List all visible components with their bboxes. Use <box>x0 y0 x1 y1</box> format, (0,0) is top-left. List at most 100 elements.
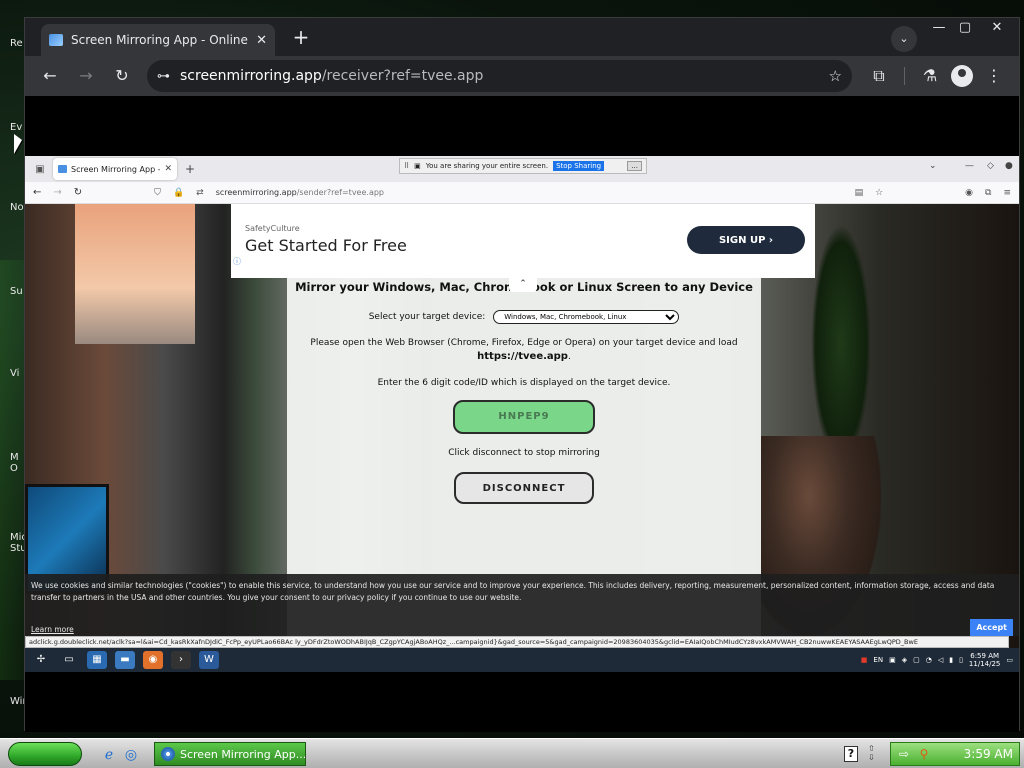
toolbar-separator <box>904 67 905 85</box>
labs-flask-icon[interactable]: ⚗ <box>915 61 945 91</box>
reload-button[interactable]: ↻ <box>107 61 137 91</box>
remote-tab-title: Screen Mirroring App - Sen <box>71 164 161 174</box>
share-drag-icon[interactable]: ⠿ <box>404 162 409 170</box>
remote-show-desktop-icon[interactable]: ▭ <box>1006 656 1013 664</box>
desktop-icon-label[interactable]: Re <box>10 38 23 49</box>
quicklaunch-browser-icon[interactable]: ◎ <box>122 746 140 764</box>
site-info-icon[interactable]: ⊶ <box>157 69 170 84</box>
target-device-label: Select your target device: <box>368 312 486 322</box>
remote-bookmark-star-icon[interactable]: ☆ <box>875 188 883 198</box>
desktop-icon-label[interactable]: Ev <box>10 122 22 133</box>
xp-system-tray: ⇨ ⚲ 3:59 AM <box>890 742 1020 766</box>
chrome-menu-icon[interactable]: ⋮ <box>979 61 1009 91</box>
ad-collapse-button[interactable]: ⌃ <box>509 278 537 292</box>
forward-button[interactable]: → <box>71 61 101 91</box>
tvee-link[interactable]: https://tvee.app <box>477 351 568 362</box>
remote-tab-active[interactable]: Screen Mirroring App - Sen ✕ <box>53 158 177 180</box>
help-icon[interactable]: ? <box>844 746 858 762</box>
remote-back-button[interactable]: ← <box>33 187 41 198</box>
new-tab-button[interactable]: + <box>289 26 313 48</box>
close-window-button[interactable]: ✕ <box>983 18 1011 40</box>
remote-taskbar: ✢ ▭ ▦ ▬ ◉ › W ■ EN ▣ ◈ ▢ ◔ ◁ ▮ ▯ 6:59 AM… <box>25 648 1019 672</box>
chrome-window: Screen Mirroring App - Online Recei ✕ + … <box>24 17 1020 732</box>
disconnect-button[interactable]: DISCONNECT <box>454 472 594 504</box>
remote-minimize-button[interactable]: — <box>965 161 974 171</box>
tray-expand-icon[interactable]: ⇧ ⇩ <box>868 744 875 762</box>
remote-account-icon[interactable]: ◉ <box>965 188 973 198</box>
start-button[interactable] <box>8 742 82 766</box>
desktop-icon-label[interactable]: Su <box>10 286 23 297</box>
tab-search-button[interactable]: ⌄ <box>891 26 917 52</box>
remote-reader-icon[interactable]: ▤ <box>855 188 864 198</box>
remote-permissions-icon[interactable]: ⇄ <box>196 188 204 198</box>
remote-tab-list-icon[interactable]: ▣ <box>31 164 49 175</box>
remote-clock[interactable]: 6:59 AM 11/14/25 <box>969 652 1000 668</box>
remote-tray-wifi-icon[interactable]: ◔ <box>926 656 932 664</box>
remote-tab-close-icon[interactable]: ✕ <box>164 164 172 174</box>
remote-reload-button[interactable]: ↻ <box>74 187 82 198</box>
tab-close-icon[interactable]: ✕ <box>256 33 267 48</box>
taskbar-item-screen-mirroring[interactable]: Screen Mirroring App... <box>154 742 306 766</box>
extensions-icon[interactable]: ⧉ <box>864 61 894 91</box>
minimize-button[interactable]: — <box>925 18 953 40</box>
remote-tray-volume-icon[interactable]: ◁ <box>938 656 943 664</box>
remote-tray-display-icon[interactable]: ▢ <box>913 656 920 664</box>
remote-tray-battery-icon[interactable]: ▮ <box>949 656 953 664</box>
remote-word-icon[interactable]: W <box>199 651 219 669</box>
tray-search-icon[interactable]: ⚲ <box>917 747 931 761</box>
remote-terminal-icon[interactable]: › <box>171 651 191 669</box>
remote-taskview-icon[interactable]: ▭ <box>59 651 79 669</box>
remote-chevron-down-icon[interactable]: ⌄ <box>929 161 937 171</box>
ad-headline[interactable]: Get Started For Free <box>245 236 407 255</box>
remote-system-tray: ■ EN ▣ ◈ ▢ ◔ ◁ ▮ ▯ 6:59 AM 11/14/25 ▭ <box>861 652 1013 668</box>
partially-hidden-ad <box>325 556 745 576</box>
ad-banner[interactable]: SafetyCulture Get Started For Free SIGN … <box>231 204 815 278</box>
background-plant <box>811 224 871 464</box>
target-device-select[interactable]: Windows, Mac, Chromebook, Linux <box>493 310 680 324</box>
remote-firefox-icon[interactable]: ◉ <box>143 651 163 669</box>
remote-close-button[interactable]: ● <box>1005 161 1013 171</box>
instruction-body: Please open the Web Browser (Chrome, Fir… <box>310 338 738 348</box>
remote-tray-network-icon[interactable]: ▣ <box>889 656 896 664</box>
desktop-icon-label[interactable]: No <box>10 202 24 213</box>
remote-tray-clipboard-icon[interactable]: ▯ <box>959 656 963 664</box>
back-button[interactable]: ← <box>35 61 65 91</box>
remote-files-icon[interactable]: ▬ <box>115 651 135 669</box>
cookie-learn-more-link[interactable]: Learn more <box>31 624 74 636</box>
remote-extensions-icon[interactable]: ⧉ <box>985 188 991 198</box>
remote-forward-button[interactable]: → <box>53 187 61 198</box>
background-window-sky <box>75 204 195 344</box>
remote-start-icon[interactable]: ✢ <box>31 651 51 669</box>
remote-maximize-button[interactable]: ◇ <box>987 161 994 171</box>
screen-share-notification: ⠿ ▣ You are sharing your entire screen. … <box>399 158 647 174</box>
mirrored-remote-screen[interactable]: ▣ Screen Mirroring App - Sen ✕ + ⌄ — ◇ ●… <box>25 156 1019 672</box>
remote-menu-icon[interactable]: ≡ <box>1003 188 1011 198</box>
quicklaunch-ie-icon[interactable]: ℯ <box>100 746 118 764</box>
code-input[interactable]: HNPEP9 <box>453 400 595 434</box>
remote-lang-indicator[interactable]: EN <box>873 656 883 664</box>
desktop-icon-label[interactable]: M O <box>10 452 19 474</box>
ad-choices-icon[interactable]: ⓘ <box>233 256 241 267</box>
taskbar-chrome-icon <box>161 747 175 761</box>
share-hide-button[interactable]: ... <box>627 161 642 171</box>
ad-signup-button[interactable]: SIGN UP › <box>687 226 805 254</box>
tab-title: Screen Mirroring App - Online Recei <box>71 33 248 47</box>
profile-avatar-icon[interactable] <box>951 65 973 87</box>
url-text[interactable]: screenmirroring.app/receiver?ref=tvee.ap… <box>180 68 819 84</box>
maximize-button[interactable]: ▢ <box>951 18 979 40</box>
desktop-icon-label[interactable]: Vi <box>10 368 19 379</box>
cookie-accept-button[interactable]: Accept <box>970 619 1013 636</box>
xp-clock[interactable]: 3:59 AM <box>964 747 1013 761</box>
bookmark-star-icon[interactable]: ☆ <box>829 67 842 85</box>
stop-sharing-button[interactable]: Stop Sharing <box>553 161 605 171</box>
url-host: screenmirroring.app <box>180 68 322 84</box>
tray-arrow-icon[interactable]: ⇨ <box>897 747 911 761</box>
remote-store-icon[interactable]: ▦ <box>87 651 107 669</box>
address-bar[interactable]: ⊶ screenmirroring.app/receiver?ref=tvee.… <box>147 60 852 92</box>
remote-tab-favicon-icon <box>58 165 67 173</box>
remote-url-text[interactable]: screenmirroring.app/sender?ref=tvee.app <box>216 188 843 197</box>
remote-tray-record-icon[interactable]: ■ <box>861 656 868 664</box>
chrome-tab-active[interactable]: Screen Mirroring App - Online Recei ✕ <box>41 24 275 56</box>
remote-new-tab-button[interactable]: + <box>185 162 195 176</box>
remote-tray-sync-icon[interactable]: ◈ <box>902 656 907 664</box>
